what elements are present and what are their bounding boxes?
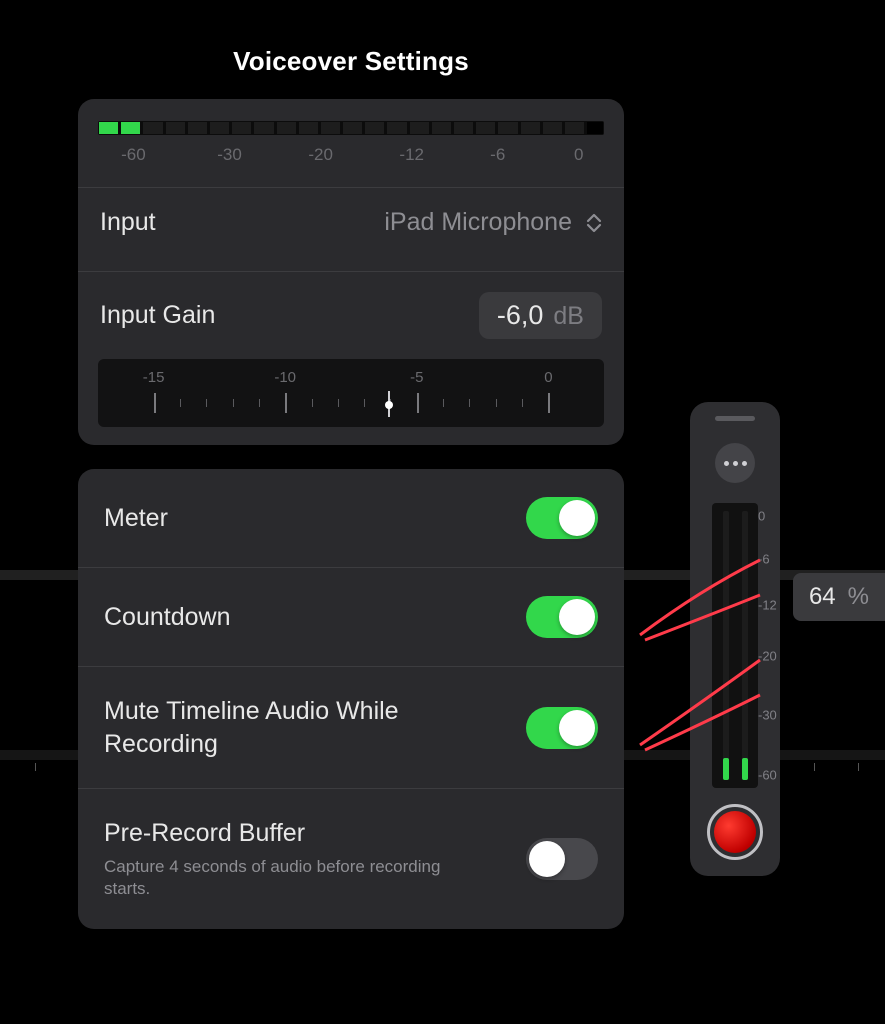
zoom-unit: % <box>848 583 869 611</box>
pre-record-buffer-label: Pre-Record BufferCapture 4 seconds of au… <box>104 817 464 901</box>
zoom-display[interactable]: 64 % <box>793 573 885 621</box>
vmeter-tick-label: -12 <box>758 598 777 613</box>
voiceover-settings-panel: Voiceover Settings -60 -30 -20 -12 -6 0 <box>60 22 642 947</box>
input-gain-slider[interactable]: -15 -10 -5 0 <box>98 359 604 427</box>
vmeter-tick-label: -6 <box>758 552 770 567</box>
input-gain-unit: dB <box>553 302 584 331</box>
record-icon <box>714 811 756 853</box>
meter-row: Meter <box>78 469 624 568</box>
pre-record-buffer-toggle[interactable] <box>526 838 598 880</box>
countdown-row: Countdown <box>78 568 624 667</box>
mute-timeline-audio-row: Mute Timeline Audio While Recording <box>78 667 624 789</box>
mute-timeline-audio-toggle[interactable] <box>526 707 598 749</box>
input-gain-label: Input Gain <box>100 301 215 330</box>
gain-slider-thumb[interactable] <box>385 401 393 409</box>
ellipsis-icon <box>724 461 729 466</box>
input-device-selector[interactable]: iPad Microphone <box>384 208 602 237</box>
input-meter: -60 -30 -20 -12 -6 0 <box>78 99 624 173</box>
input-gain-row: Input Gain -6,0 dB <box>78 272 624 359</box>
drag-handle[interactable] <box>715 416 755 421</box>
input-device-row[interactable]: Input iPad Microphone <box>78 188 624 257</box>
zoom-value: 64 <box>809 583 836 611</box>
options-section: Meter Countdown Mute Timeline Audio While … <box>78 469 624 929</box>
meter-label: Meter <box>104 502 168 535</box>
more-button[interactable] <box>715 443 755 483</box>
mute-timeline-audio-label: Mute Timeline Audio While Recording <box>104 695 464 760</box>
record-button[interactable] <box>707 804 763 860</box>
vmeter-tick-label: -60 <box>758 767 777 782</box>
input-gain-value-field[interactable]: -6,0 dB <box>479 292 602 339</box>
recorder-pane: 0 -6 -12 -20 -30 -60 <box>690 402 780 876</box>
input-gain-value: -6,0 <box>497 300 544 331</box>
vmeter-tick-label: 0 <box>758 509 765 524</box>
pre-record-buffer-description: Capture 4 seconds of audio before record… <box>104 856 464 902</box>
gain-slider-track[interactable] <box>116 391 586 417</box>
toggle-knob <box>559 500 595 536</box>
pre-record-buffer-row: Pre-Record BufferCapture 4 seconds of au… <box>78 789 624 929</box>
level-meter-ticks: -60 -30 -20 -12 -6 0 <box>98 145 604 167</box>
toggle-knob <box>559 710 595 746</box>
countdown-label: Countdown <box>104 601 230 634</box>
vertical-level-meter: 0-6-12-20-30-60 <box>712 503 758 788</box>
input-label: Input <box>100 208 156 237</box>
meter-toggle[interactable] <box>526 497 598 539</box>
panel-title: Voiceover Settings <box>78 46 624 77</box>
toggle-knob <box>529 841 565 877</box>
countdown-toggle[interactable] <box>526 596 598 638</box>
toggle-knob <box>559 599 595 635</box>
up-down-chevron-icon <box>586 213 602 233</box>
input-section: -60 -30 -20 -12 -6 0 Input iPad Micropho… <box>78 99 624 445</box>
level-meter-bar <box>98 121 604 135</box>
input-device-value: iPad Microphone <box>384 208 572 237</box>
vmeter-tick-label: -30 <box>758 708 777 723</box>
vmeter-tick-label: -20 <box>758 649 777 664</box>
